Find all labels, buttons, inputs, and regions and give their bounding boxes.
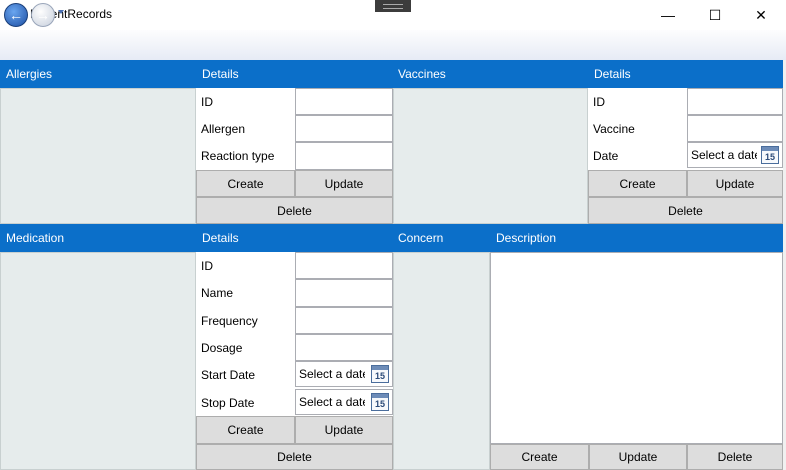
calendar-icon[interactable]: 15 — [761, 146, 779, 164]
stop-date-label: Stop Date — [201, 395, 255, 410]
stop-date-picker[interactable]: Select a date 15 — [295, 389, 393, 415]
concern-update-button[interactable]: Update — [589, 444, 687, 470]
drag-grip[interactable] — [375, 0, 411, 12]
allergen-field[interactable] — [295, 115, 393, 142]
date-placeholder: Select a date — [691, 148, 757, 162]
medication-delete-button[interactable]: Delete — [196, 444, 393, 470]
medication-id-field[interactable] — [295, 252, 393, 279]
medication-update-button[interactable]: Update — [295, 416, 393, 444]
allergies-header: Allergies — [0, 60, 196, 88]
concern-list[interactable] — [393, 252, 490, 470]
description-textarea[interactable] — [490, 252, 783, 444]
minimize-button[interactable]: — — [645, 0, 691, 30]
date-placeholder: Select a date — [299, 395, 365, 409]
allergies-list[interactable] — [0, 88, 196, 224]
vaccine-date-picker[interactable]: Select a date 15 — [687, 142, 783, 168]
concern-create-button[interactable]: Create — [490, 444, 589, 470]
vaccine-label: Vaccine — [593, 121, 635, 136]
date-placeholder: Select a date — [299, 367, 365, 381]
medication-id-label: ID — [201, 258, 213, 273]
medication-name-label: Name — [201, 286, 234, 300]
allergen-label: Allergen — [201, 121, 246, 136]
medication-create-button[interactable]: Create — [196, 416, 295, 444]
frequency-field[interactable] — [295, 307, 393, 334]
vaccines-details-header: Details — [588, 60, 786, 88]
description-header: Description — [490, 224, 786, 252]
concern-delete-button[interactable]: Delete — [687, 444, 783, 470]
allergy-id-label: ID — [201, 94, 213, 109]
calendar-icon[interactable]: 15 — [371, 365, 389, 383]
back-button[interactable]: ← — [4, 3, 28, 27]
vaccine-create-button[interactable]: Create — [588, 170, 687, 197]
forward-button[interactable]: → — [31, 3, 55, 27]
vaccines-header: Vaccines — [392, 60, 588, 88]
navigation-bar — [0, 30, 786, 60]
calendar-icon[interactable]: 15 — [371, 393, 389, 411]
medication-name-field[interactable] — [295, 279, 393, 307]
start-date-label: Start Date — [201, 368, 256, 382]
vaccine-name-field[interactable] — [687, 115, 783, 142]
medication-header: Medication — [0, 224, 196, 252]
dosage-label: Dosage — [201, 340, 243, 355]
history-dropdown-icon[interactable] — [58, 10, 64, 14]
maximize-button[interactable]: ☐ — [692, 0, 738, 30]
vaccine-id-label: ID — [593, 94, 605, 109]
frequency-label: Frequency — [201, 313, 258, 328]
allergy-delete-button[interactable]: Delete — [196, 197, 393, 224]
vaccine-id-field[interactable] — [687, 88, 783, 115]
close-button[interactable]: ✕ — [738, 0, 784, 30]
reaction-type-label: Reaction type — [201, 149, 275, 163]
concern-header: Concern — [392, 224, 490, 252]
medication-details-header: Details — [196, 224, 392, 252]
allergy-create-button[interactable]: Create — [196, 170, 295, 197]
allergies-details-header: Details — [196, 60, 392, 88]
allergy-update-button[interactable]: Update — [295, 170, 393, 197]
dosage-field[interactable] — [295, 334, 393, 361]
vaccine-date-label: Date — [593, 149, 619, 163]
start-date-picker[interactable]: Select a date 15 — [295, 361, 393, 387]
reaction-type-field[interactable] — [295, 142, 393, 170]
vaccines-list[interactable] — [393, 88, 588, 224]
allergy-id-field[interactable] — [295, 88, 393, 115]
vaccine-update-button[interactable]: Update — [687, 170, 783, 197]
vaccine-delete-button[interactable]: Delete — [588, 197, 783, 224]
medication-list[interactable] — [0, 252, 196, 470]
